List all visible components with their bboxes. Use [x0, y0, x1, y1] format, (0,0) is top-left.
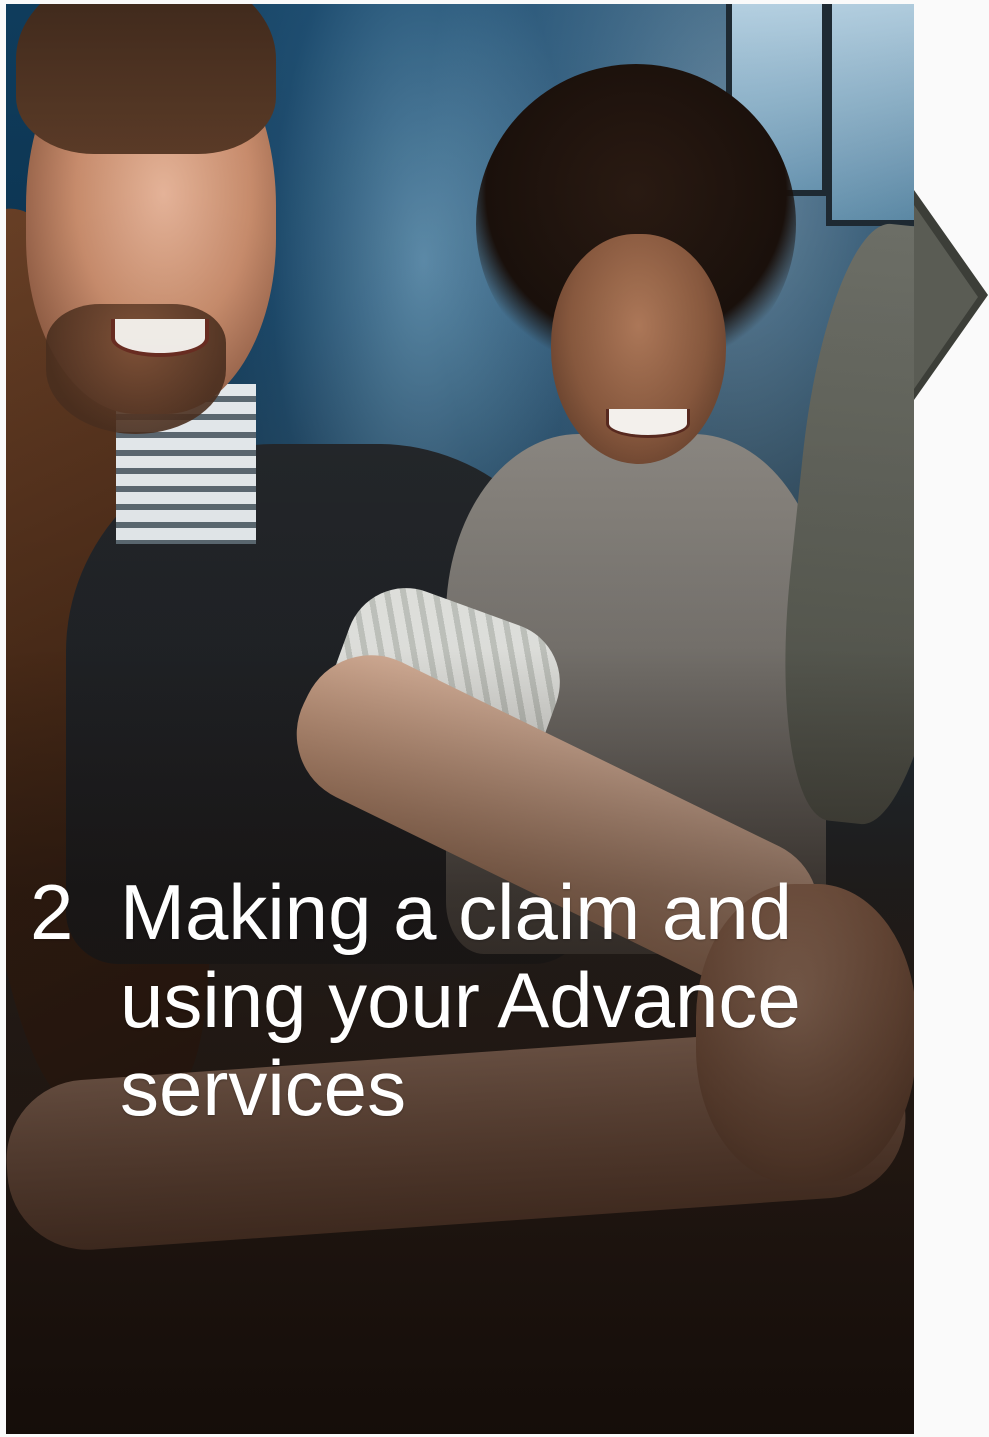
- edge-tab-inner: [914, 205, 978, 389]
- section-heading: 2 Making a claim and using your Advance …: [30, 868, 910, 1132]
- section-number: 2: [30, 868, 74, 956]
- page: 2 Making a claim and using your Advance …: [0, 0, 989, 1437]
- dark-overlay: [6, 4, 914, 1434]
- section-title: Making a claim and using your Advance se…: [120, 868, 801, 1132]
- cover-photo: [6, 4, 914, 1434]
